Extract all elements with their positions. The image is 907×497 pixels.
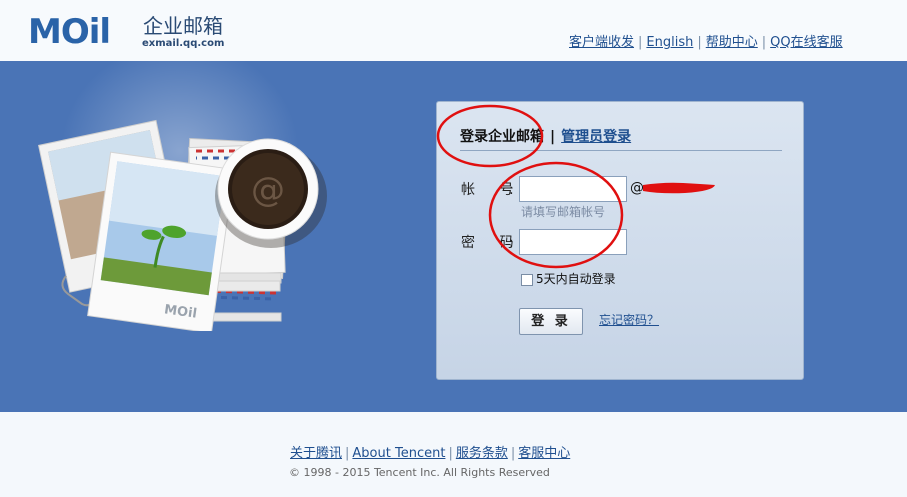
top-links: 客户端收发 | English | 帮助中心 | QQ在线客服: [569, 35, 843, 51]
tab-admin-login[interactable]: 管理员登录: [561, 129, 631, 145]
login-tabs: 登录企业邮箱 | 管理员登录: [460, 129, 782, 151]
footer-link-about-en[interactable]: About Tencent: [352, 446, 445, 461]
login-panel: 登录企业邮箱 | 管理员登录 帐 号 : @ 请填写邮箱帐号 密 码 : 5天内自动…: [436, 101, 804, 380]
copyright: © 1998 - 2015 Tencent Inc. All Rights Re…: [289, 466, 550, 479]
account-input[interactable]: [519, 176, 627, 202]
logo-domain: exmail.qq.com: [142, 38, 225, 49]
password-input[interactable]: [519, 229, 627, 255]
cup-at-symbol: @: [251, 170, 285, 210]
separator: |: [638, 35, 643, 50]
login-button[interactable]: 登 录: [519, 308, 583, 335]
tab-enterprise-login[interactable]: 登录企业邮箱: [460, 129, 544, 145]
coffee-cup-icon: @: [215, 138, 327, 248]
hero-band: MOil @ 登录企业邮箱 | 管理员登录 帐 号 : @ 请填写邮箱帐号 密 码 …: [0, 61, 907, 412]
remember-checkbox[interactable]: [521, 274, 533, 286]
tab-separator: |: [550, 129, 556, 145]
remember-label[interactable]: 5天内自动登录: [536, 272, 616, 286]
logo-mark: MOil: [28, 12, 111, 52]
front-photo: MOil: [87, 151, 235, 331]
forgot-password-link[interactable]: 忘记密码？: [599, 313, 659, 327]
account-colon: :: [509, 182, 514, 198]
separator: |: [345, 446, 350, 461]
separator: |: [761, 35, 767, 50]
link-help-center[interactable]: 帮助中心: [706, 35, 758, 50]
logo-title: 企业邮箱: [143, 14, 223, 38]
logo[interactable]: MOil 企业邮箱 exmail.qq.com: [28, 12, 238, 52]
separator: |: [697, 35, 702, 50]
link-english[interactable]: English: [646, 35, 693, 50]
footer-link-support[interactable]: 客服中心: [518, 446, 570, 461]
footer-link-about-cn[interactable]: 关于腾讯: [290, 446, 342, 461]
link-qq-support[interactable]: QQ在线客服: [770, 35, 842, 50]
hero-illustration: MOil @: [38, 119, 327, 331]
separator: |: [448, 446, 453, 461]
link-client-download[interactable]: 客户端收发: [569, 35, 634, 50]
footer-link-terms[interactable]: 服务条款: [456, 446, 508, 461]
account-hint: 请填写邮箱帐号: [521, 205, 606, 219]
separator: |: [510, 446, 516, 461]
password-colon: :: [509, 235, 514, 251]
account-label: 帐 号: [461, 182, 524, 198]
footer-links: 关于腾讯 | About Tencent | 服务条款 | 客服中心: [290, 446, 570, 462]
header: MOil 企业邮箱 exmail.qq.com 客户端收发 | English | 帮助…: [0, 0, 907, 61]
at-sign: @: [630, 180, 644, 196]
password-label: 密 码: [461, 235, 524, 251]
